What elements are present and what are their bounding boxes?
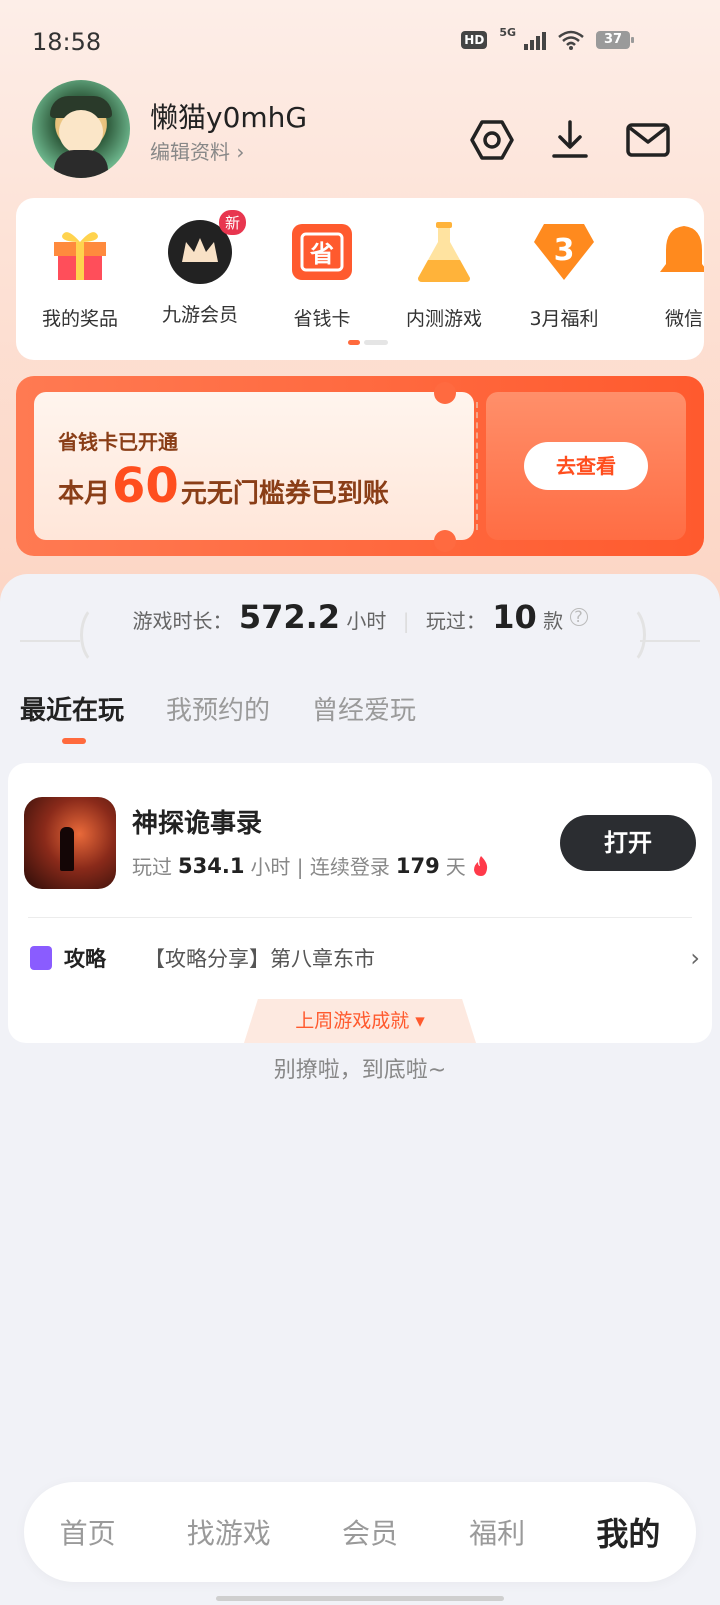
avatar-face xyxy=(59,110,103,154)
shortcut-savings-card[interactable]: 省 省钱卡 xyxy=(272,220,372,331)
play-time-value: 572.2 xyxy=(238,598,341,636)
tab-reserved[interactable]: 我预约的 xyxy=(166,690,270,727)
stats-separator: | xyxy=(402,609,410,633)
status-bar: 18:58 HD 5G 37 xyxy=(0,0,720,80)
banner-suffix: 元无门槛券已到账 xyxy=(180,479,389,509)
end-of-list-text: 别撩啦，到底啦~ xyxy=(273,1058,447,1083)
shortcut-label: 九游会员 xyxy=(161,304,238,326)
play-time-label: 游戏时长： xyxy=(132,609,233,633)
game-icon-figure xyxy=(60,827,74,871)
coupon: 省钱卡已开通 本月 60 元无门槛券已到账 xyxy=(34,392,478,540)
shortcut-label: 内测游戏 xyxy=(405,308,482,330)
games-played-unit: 款 xyxy=(543,609,564,633)
guide-row[interactable]: 攻略 【攻略分享】第八章东市 › xyxy=(30,933,700,983)
coupon-divider xyxy=(476,402,478,530)
gem-icon: 3 xyxy=(534,224,594,280)
login-days: 179 xyxy=(395,853,440,878)
banner-title: 省钱卡已开通 xyxy=(58,430,178,454)
games-played-value: 10 xyxy=(492,598,537,636)
signal-icon xyxy=(524,30,546,50)
home-indicator[interactable] xyxy=(216,1596,504,1601)
gift-icon xyxy=(54,232,106,280)
game-icon[interactable] xyxy=(24,797,116,889)
page-dot-active xyxy=(348,340,360,345)
wifi-icon xyxy=(558,30,584,50)
page-indicator xyxy=(348,340,388,345)
nav-welfare[interactable]: 福利 xyxy=(469,1512,525,1552)
svg-text:3: 3 xyxy=(554,233,575,268)
hd-icon: HD xyxy=(461,31,488,49)
view-coupon-button[interactable]: 去查看 xyxy=(524,442,648,490)
shortcut-my-prizes[interactable]: 我的奖品 xyxy=(30,220,130,331)
page-dot xyxy=(364,340,388,345)
played-hours: 534.1 xyxy=(178,853,245,878)
shortcut-beta-games[interactable]: 内测游戏 xyxy=(394,220,494,331)
shortcut-label: 微信 xyxy=(664,308,703,330)
bell-icon xyxy=(660,226,704,272)
tab-favorites[interactable]: 曾经爱玩 xyxy=(312,690,416,727)
battery-icon: 37 xyxy=(596,31,634,49)
nav-home[interactable]: 首页 xyxy=(60,1512,116,1552)
chevron-right-icon: › xyxy=(690,944,700,972)
shortcut-label: 3月福利 xyxy=(529,308,599,330)
tab-recent[interactable]: 最近在玩 xyxy=(20,690,124,744)
nav-mine[interactable]: 我的 xyxy=(596,1509,660,1555)
coupon-notch xyxy=(434,530,456,552)
savings-card-banner[interactable]: 省钱卡已开通 本月 60 元无门槛券已到账 去查看 xyxy=(16,376,704,556)
ticket-icon: 省 xyxy=(292,224,352,280)
new-badge: 新 xyxy=(218,210,246,235)
banner-prefix: 本月 xyxy=(58,479,111,509)
status-time: 18:58 xyxy=(32,28,102,56)
shortcut-vip[interactable]: 新 九游会员 xyxy=(150,210,250,327)
help-icon[interactable]: ? xyxy=(569,608,588,626)
content-sheet xyxy=(0,574,720,1605)
shortcut-wechat[interactable]: 微信 xyxy=(634,220,704,331)
guide-book-icon xyxy=(30,946,52,970)
nav-membership[interactable]: 会员 xyxy=(342,1512,398,1552)
play-stats: 游戏时长： 572.2 小时 | 玩过： 10 款 ? xyxy=(0,598,720,654)
guide-text: 【攻略分享】第八章东市 xyxy=(144,947,375,971)
shortcut-label: 我的奖品 xyxy=(41,308,118,330)
status-icons: HD 5G 37 xyxy=(461,26,634,50)
game-tabs: 最近在玩 我预约的 曾经爱玩 xyxy=(20,690,416,744)
guide-label: 攻略 xyxy=(64,947,106,971)
shortcut-march-welfare[interactable]: 3 3月福利 xyxy=(514,220,614,331)
edit-profile-link[interactable]: 编辑资料 › xyxy=(150,136,244,165)
play-time-unit: 小时 xyxy=(346,609,387,633)
open-game-button[interactable]: 打开 xyxy=(560,815,696,871)
hours-unit: 小时 | 连续登录 xyxy=(250,855,390,879)
banner-amount: 60 xyxy=(112,458,179,514)
divider xyxy=(28,917,692,918)
network-label: 5G xyxy=(499,25,516,39)
svg-text:省: 省 xyxy=(309,240,334,268)
nav-find-games[interactable]: 找游戏 xyxy=(187,1512,271,1552)
recent-game-card: 神探诡事录 玩过 534.1 小时 | 连续登录 179 天 打开 攻略 【攻略… xyxy=(8,763,712,1043)
shortcut-card: 我的奖品 新 九游会员 省 省钱卡 内测游戏 3 3月福利 微信 xyxy=(16,198,704,360)
played-prefix: 玩过 xyxy=(132,855,172,879)
weekly-achievement-toggle[interactable]: 上周游戏成就 ▾ xyxy=(244,999,476,1043)
bottom-nav: 首页 找游戏 会员 福利 我的 xyxy=(24,1482,696,1582)
game-title[interactable]: 神探诡事录 xyxy=(132,803,262,840)
days-unit: 天 xyxy=(445,855,466,879)
banner-subtitle: 本月 60 元无门槛券已到账 xyxy=(58,458,389,514)
download-icon[interactable] xyxy=(546,116,594,164)
settings-icon[interactable] xyxy=(468,116,516,164)
username: 懒猫y0mhG xyxy=(150,101,308,134)
shortcut-label: 省钱卡 xyxy=(293,308,351,330)
game-meta: 玩过 534.1 小时 | 连续登录 179 天 xyxy=(132,851,490,880)
avatar[interactable] xyxy=(32,80,130,178)
flask-icon xyxy=(418,222,470,282)
mail-icon[interactable] xyxy=(624,116,672,164)
games-played-label: 玩过： xyxy=(425,609,486,633)
fire-icon xyxy=(473,855,487,876)
avatar-body xyxy=(54,150,108,178)
coupon-notch xyxy=(434,382,456,404)
